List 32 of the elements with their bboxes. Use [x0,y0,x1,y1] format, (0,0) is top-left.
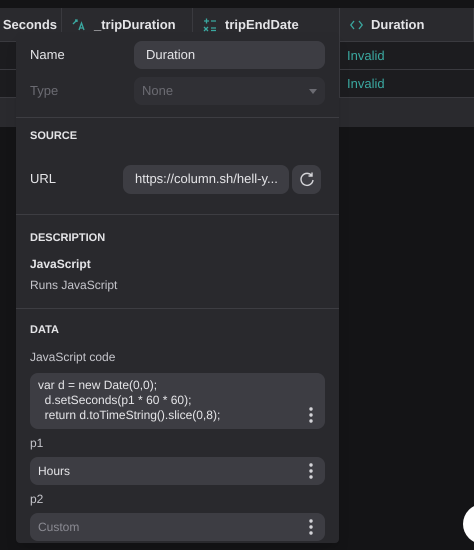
section-heading: SOURCE [30,129,78,144]
more-icon[interactable] [309,406,313,422]
refresh-icon [298,171,314,187]
param-label: p2 [30,490,44,508]
column-title: Duration [371,16,424,34]
dropdown-caret-icon [309,88,317,94]
field-label: Name [30,46,66,64]
param-label: JavaScript code [30,348,116,366]
description-title: JavaScript [30,256,92,273]
description-text: Runs JavaScript [30,277,118,294]
more-icon[interactable] [309,518,313,534]
param-label: p1 [30,434,44,452]
column-title: Seconds [2,16,57,34]
code-icon [350,20,363,30]
param-select[interactable]: Hours [30,456,325,484]
code-text: var d = new Date(0,0); d.setSeconds(p1 * 60 * 60); return d.toTimeString().slice(0,8); [38,378,220,423]
column-header[interactable]: Duration [340,8,474,41]
code-field[interactable]: var d = new Date(0,0); d.setSeconds(p1 * 60 * 60); return d.toTimeString().slice(0,8); [30,372,325,428]
column-title: tripEndDate [225,16,299,34]
table-cell-text: Invalid [346,46,386,65]
url-field[interactable]: https://column.sh/hell-y... [123,164,289,194]
section-heading: DATA [30,323,60,338]
table-cell-text: Invalid [346,74,386,93]
text-type-icon [72,18,86,30]
field-label: Type [30,82,60,100]
refresh-button[interactable] [292,164,321,194]
section-heading: DESCRIPTION [30,230,106,246]
more-icon[interactable] [309,462,313,478]
name-field[interactable]: Duration [134,41,325,69]
field-label: URL [30,170,58,188]
formula-icon [203,18,217,32]
column-title: _tripDuration [94,16,176,34]
